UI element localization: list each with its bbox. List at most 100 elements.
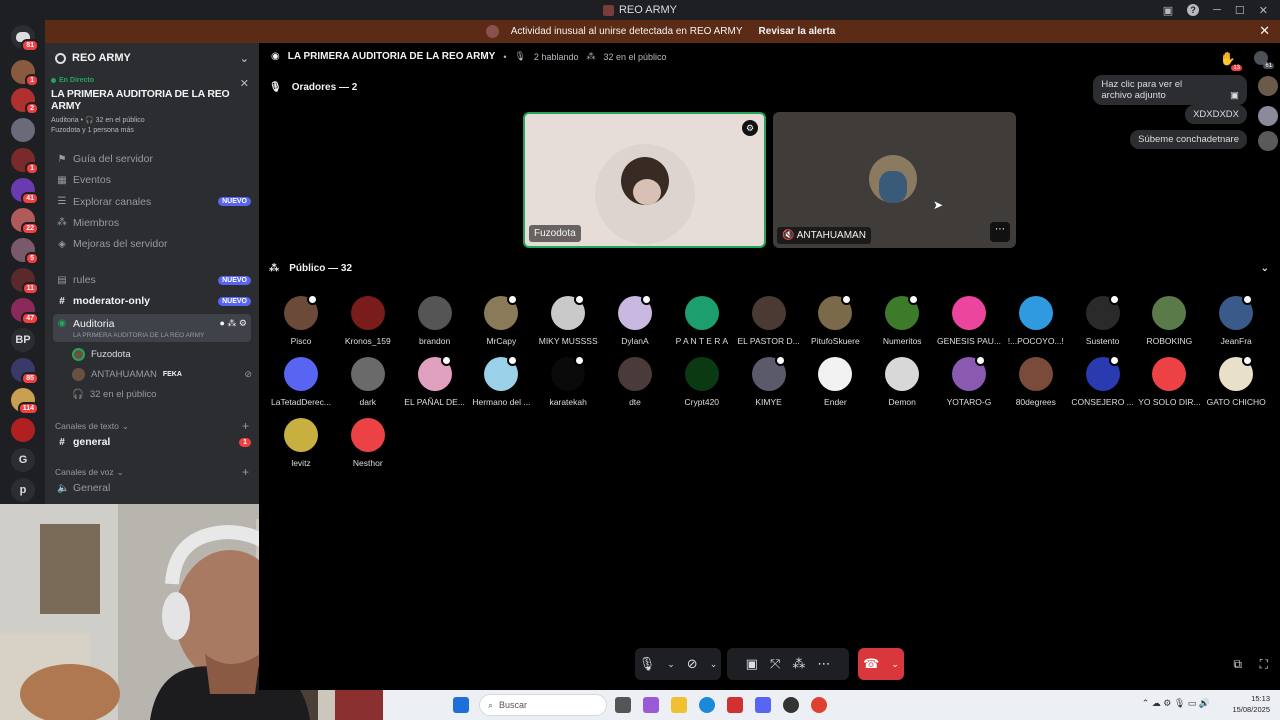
- chat-bubble[interactable]: Súbeme conchadetnare: [1130, 130, 1247, 149]
- audience-count-row[interactable]: 🎧 32 en el público: [72, 385, 252, 403]
- add-voice-channel-icon[interactable]: +: [242, 465, 249, 479]
- audience-member[interactable]: Numeritos: [868, 294, 936, 346]
- add-channel-icon[interactable]: +: [242, 419, 249, 433]
- server-icon[interactable]: 47: [11, 298, 39, 325]
- members-icon[interactable]: 61: [1254, 51, 1274, 69]
- screen-share-icon[interactable]: ▣: [746, 656, 758, 672]
- server-icon[interactable]: [11, 118, 35, 142]
- audience-member[interactable]: Kronos_159: [334, 296, 402, 346]
- stage-user[interactable]: Fuzodota: [72, 345, 252, 363]
- audience-member[interactable]: Crypt420: [668, 357, 736, 407]
- speaker-tile-fuzodota[interactable]: ⚙ Fuzodota: [523, 112, 766, 248]
- mic-icon[interactable]: 🎙: [639, 656, 656, 672]
- audience-member[interactable]: JeanFra: [1202, 294, 1270, 346]
- channel-general[interactable]: # general 1: [53, 432, 251, 452]
- chat-icon[interactable]: ● ⁂ ⚙: [219, 318, 251, 329]
- leave-stage-button[interactable]: ☎ ⌄: [858, 648, 904, 680]
- channel-item[interactable]: ▤ rules NUEVO: [53, 270, 251, 290]
- stage-user[interactable]: ANTAHUAMAN FEKA ⊘: [72, 365, 252, 383]
- audience-member[interactable]: ROBOKING: [1135, 296, 1203, 346]
- more-icon[interactable]: ⋯: [817, 656, 830, 672]
- audience-member[interactable]: Hermano del ...: [467, 355, 535, 407]
- audience-member[interactable]: CONSEJERO ...: [1069, 355, 1137, 407]
- guild-menu-item[interactable]: ⚑ Guía del servidor: [53, 149, 251, 169]
- discord-icon[interactable]: [755, 697, 771, 713]
- audience-member[interactable]: dark: [334, 357, 402, 407]
- server-icon[interactable]: BP: [11, 328, 35, 352]
- close-window-icon[interactable]: ✕: [1259, 4, 1268, 17]
- task-view-icon[interactable]: [615, 697, 631, 713]
- audience-member[interactable]: Sustento: [1069, 294, 1137, 346]
- start-icon[interactable]: [453, 697, 469, 713]
- server-icon[interactable]: 11: [11, 268, 39, 295]
- chat-bubble[interactable]: XDXDXDX: [1185, 105, 1247, 124]
- audience-member[interactable]: karatekah: [534, 355, 602, 407]
- chevron-down-icon[interactable]: ⌄: [1261, 263, 1269, 274]
- audience-member[interactable]: Demon: [868, 357, 936, 407]
- voice-category[interactable]: Canales de voz ⌄ +: [55, 465, 249, 479]
- audience-member[interactable]: GATO CHICHO: [1202, 355, 1270, 407]
- audience-member[interactable]: KIMYE: [735, 355, 803, 407]
- audience-member[interactable]: Nesthor: [334, 418, 402, 468]
- guild-menu-item[interactable]: ◈ Mejoras del servidor: [53, 234, 251, 254]
- copilot-icon[interactable]: [643, 697, 659, 713]
- guild-menu-item[interactable]: ⁂ Miembros: [53, 213, 251, 233]
- voice-channel-general[interactable]: 🔈 General: [53, 478, 251, 498]
- audience-member[interactable]: levitz: [267, 418, 335, 468]
- file-explorer-icon[interactable]: [671, 697, 687, 713]
- server-icon[interactable]: 1: [11, 148, 39, 175]
- text-category[interactable]: Canales de texto ⌄ +: [55, 419, 249, 433]
- server-icon[interactable]: G: [11, 448, 35, 472]
- audience-member[interactable]: GENESIS PAU...: [935, 296, 1003, 346]
- audience-member[interactable]: EL PAÑAL DE...: [401, 355, 469, 407]
- raise-hand-icon[interactable]: ✋ 13: [1220, 51, 1242, 71]
- server-icon[interactable]: 1: [11, 60, 39, 87]
- audience-member[interactable]: LaTetadDerec...: [267, 357, 335, 407]
- invite-speaker-icon[interactable]: ⁂: [792, 656, 805, 672]
- server-icon[interactable]: 2: [11, 88, 39, 115]
- move-to-audience-icon[interactable]: ⤧: [770, 656, 780, 672]
- chrome-icon[interactable]: [811, 697, 827, 713]
- audience-member[interactable]: YOTARO-G: [935, 355, 1003, 407]
- server-icon[interactable]: 41: [11, 178, 39, 205]
- server-icon[interactable]: 114: [11, 388, 39, 415]
- audience-member[interactable]: MIKY MUSSSS: [534, 294, 602, 346]
- channel-item[interactable]: # moderator-only NUEVO: [53, 291, 251, 311]
- speaker-tile-antahuaman[interactable]: ➤ 🔇 ANTAHUAMAN ⋯: [773, 112, 1016, 248]
- app-icon[interactable]: [727, 697, 743, 713]
- help-icon[interactable]: ?: [1187, 4, 1200, 16]
- audience-member[interactable]: Ender: [801, 357, 869, 407]
- system-tray-icons[interactable]: ⌃ ☁ ⚙ 🎙 ▭ 🔊: [1142, 698, 1210, 709]
- more-options-icon[interactable]: ⋯: [990, 222, 1010, 242]
- close-icon[interactable]: ✕: [240, 77, 249, 90]
- server-icon[interactable]: 22: [11, 208, 39, 235]
- audience-member[interactable]: DylanA: [601, 294, 669, 346]
- audience-member[interactable]: 80degrees: [1002, 357, 1070, 407]
- audience-member[interactable]: brandon: [401, 296, 469, 346]
- audience-member[interactable]: !...POCOYO...!: [1002, 296, 1070, 346]
- audience-member[interactable]: MrCapy: [467, 294, 535, 346]
- chevron-down-icon[interactable]: ⌄: [667, 659, 675, 670]
- server-icon[interactable]: p: [11, 478, 35, 502]
- chat-bubble[interactable]: Haz clic para ver el archivo adjunto ▣: [1093, 75, 1247, 105]
- stage-channel-auditoria[interactable]: ◉ Auditoria LA PRIMERA AUDITORIA DE LA R…: [53, 314, 251, 342]
- inbox-icon[interactable]: ▣: [1163, 4, 1173, 17]
- guild-menu-item[interactable]: ▦ Eventos: [53, 170, 251, 190]
- guild-menu-item[interactable]: ☰ Explorar canales NUEVO: [53, 192, 251, 212]
- audience-member[interactable]: YO SOLO DIR...: [1135, 357, 1203, 407]
- fullscreen-icon[interactable]: ⛶: [1260, 657, 1268, 672]
- dm-button[interactable]: 81: [11, 25, 39, 52]
- server-icon[interactable]: 5: [11, 238, 39, 265]
- popout-icon[interactable]: ⧉: [1233, 657, 1242, 672]
- maximize-icon[interactable]: ☐: [1235, 4, 1245, 17]
- camera-off-icon[interactable]: ⊘: [687, 656, 698, 672]
- taskbar-search[interactable]: ⌕ Buscar: [479, 694, 607, 716]
- edge-icon[interactable]: [699, 697, 715, 713]
- server-icon[interactable]: [11, 418, 35, 442]
- live-stage-card[interactable]: En Directo LA PRIMERA AUDITORIA DE LA RE…: [51, 77, 253, 139]
- guild-header[interactable]: REO ARMY ⌄: [45, 43, 259, 73]
- close-icon[interactable]: ✕: [1259, 23, 1270, 39]
- clock[interactable]: 15:13 15/08/2025: [1232, 693, 1270, 715]
- chevron-down-icon[interactable]: ⌄: [710, 659, 718, 670]
- review-alert-button[interactable]: Revisar la alerta: [755, 24, 840, 39]
